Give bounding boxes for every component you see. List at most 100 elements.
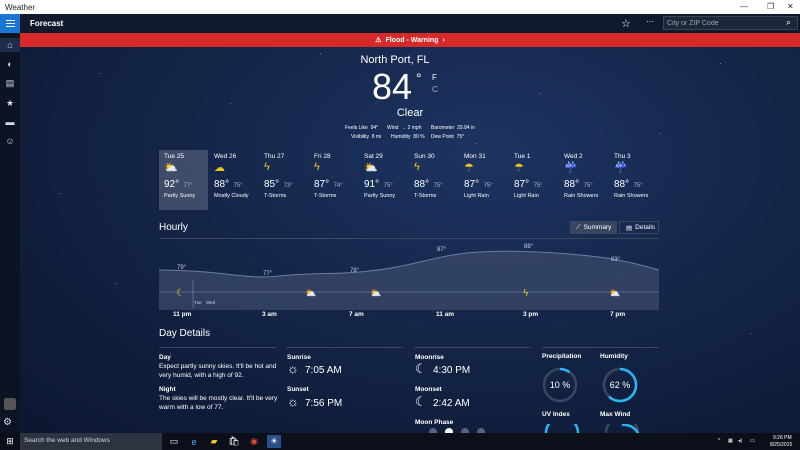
- nav-places-icon[interactable]: ★: [3, 96, 17, 110]
- nav-historical-icon[interactable]: ▤: [3, 76, 17, 90]
- hourly-time-label: 7 am: [349, 311, 364, 318]
- clock-time[interactable]: 9:26 PM: [773, 435, 792, 441]
- search-icon[interactable]: ⌕: [786, 17, 791, 28]
- forecast-high: 88°: [614, 179, 630, 190]
- taskbar-search[interactable]: Search the web and Windows: [20, 433, 162, 450]
- network-icon[interactable]: ▦: [728, 438, 733, 444]
- partly-sunny-icon: ⛅: [364, 162, 378, 174]
- current-condition: Clear: [396, 107, 424, 119]
- hourly-section-title: Hourly: [159, 222, 188, 233]
- chevron-right-icon: ›: [442, 36, 445, 44]
- maximize-button[interactable]: ❐: [767, 2, 774, 11]
- store-icon[interactable]: 🛍: [227, 435, 241, 448]
- nav-feedback-icon[interactable]: ☺: [3, 134, 17, 148]
- partly-cloudy-icon: ⛅: [370, 288, 381, 298]
- forecast-condition: Mostly Cloudy: [214, 193, 249, 199]
- system-tray: ^ ▦ ◂) ▭ 9:26 PM 8/25/2015: [718, 433, 800, 450]
- night-label: Night: [159, 386, 176, 393]
- volume-icon[interactable]: ◂): [738, 438, 742, 444]
- notifications-icon[interactable]: ▭: [750, 438, 755, 444]
- light-rain-icon: ☂: [514, 162, 524, 174]
- sunset-time: 7:56 PM: [305, 398, 343, 409]
- hourly-time-label: 7 pm: [610, 311, 626, 318]
- precipitation-value: 10 %: [549, 380, 571, 390]
- details-button[interactable]: ▤ Details: [619, 221, 659, 234]
- forecast-day-name: Tue 25: [164, 153, 184, 160]
- hamburger-menu-button[interactable]: [0, 14, 20, 33]
- unit-fahrenheit-toggle[interactable]: F: [432, 73, 437, 82]
- more-options-button[interactable]: ···: [646, 17, 654, 26]
- rain-showers-icon: ☔: [614, 162, 628, 174]
- max-wind-ring: [604, 424, 640, 433]
- day-description: Expect partly sunny skies. It'll be hot …: [159, 363, 277, 379]
- forecast-day[interactable]: Tue 1 ☂ 87° 75° Light Rain: [509, 150, 558, 210]
- nav-news-icon[interactable]: ▬: [3, 115, 17, 129]
- unit-celsius-toggle[interactable]: C: [432, 85, 438, 94]
- forecast-day[interactable]: Tue 25 ⛅ 92° 77° Partly Sunny: [159, 150, 208, 210]
- forecast-day[interactable]: Sat 29 ⛅ 91° 75° Partly Sunny: [359, 150, 408, 210]
- humidity-value: 62 %: [609, 380, 631, 390]
- clock-date[interactable]: 8/25/2015: [770, 442, 792, 448]
- nav-maps-icon[interactable]: ◐: [3, 57, 17, 71]
- hourly-time-label: 11 am: [436, 311, 455, 318]
- weather-app-taskbar-icon[interactable]: ☀: [267, 435, 281, 448]
- forecast-low: 75°: [633, 183, 643, 189]
- search-box[interactable]: ⌕: [663, 16, 798, 30]
- forecast-day[interactable]: Mon 31 ☂ 87° 75° Light Rain: [459, 150, 508, 210]
- minimize-button[interactable]: —: [740, 2, 748, 11]
- night-description: The skies will be mostly clear. It'll be…: [159, 395, 278, 411]
- forecast-condition: Rain Showers: [564, 193, 599, 199]
- forecast-day-name: Sun 30: [414, 153, 435, 160]
- forecast-day[interactable]: Fri 28 ϟ 87° 74° T-Storms: [309, 150, 358, 210]
- windows-start-icon[interactable]: ⊞: [0, 433, 20, 450]
- t-storms-icon: ϟ: [314, 161, 320, 173]
- forecast-day-name: Fri 28: [314, 153, 331, 160]
- summary-button[interactable]: ⟋ Summary: [570, 221, 617, 234]
- settings-gear-icon[interactable]: ⚙: [3, 417, 12, 428]
- hourly-temp-label: 77°: [263, 271, 273, 277]
- hourly-divider: [159, 238, 659, 239]
- forecast-low: 75°: [433, 183, 443, 189]
- forecast-day[interactable]: Thu 27 ϟ 85° 73° T-Storms: [259, 150, 308, 210]
- forecast-day[interactable]: Wed 26 ☁ 88° 75° Mostly Cloudy: [209, 150, 258, 210]
- moonset-icon: ☾: [415, 394, 427, 409]
- forecast-condition: Light Rain: [514, 193, 539, 199]
- sunset-label: Sunset: [287, 386, 309, 393]
- flood-warning-banner[interactable]: ⚠ Flood - Warning ›: [20, 33, 800, 47]
- edge-browser-icon[interactable]: e: [187, 435, 201, 448]
- forecast-high: 88°: [564, 179, 580, 190]
- forecast-day[interactable]: Sun 30 ϟ 88° 75° T-Storms: [409, 150, 458, 210]
- uv-index-label: UV Index: [542, 411, 570, 418]
- divider: [286, 347, 403, 348]
- favorite-star-icon[interactable]: ☆: [621, 17, 631, 30]
- task-view-icon[interactable]: ▭: [167, 435, 181, 448]
- rain-showers-icon: ☔: [564, 162, 578, 174]
- forecast-condition: T-Storms: [314, 193, 337, 199]
- close-button[interactable]: ✕: [787, 2, 794, 11]
- forecast-low: 75°: [483, 183, 493, 189]
- side-nav: ⌂ ◐ ▤ ★ ▬ ☺: [0, 33, 20, 433]
- account-avatar[interactable]: [4, 398, 16, 410]
- stat-visibility: Visibility 8 mi: [351, 134, 382, 140]
- search-input[interactable]: [664, 17, 787, 29]
- file-explorer-icon[interactable]: ▰: [207, 435, 221, 448]
- t-storms-icon: ϟ: [264, 161, 270, 173]
- forecast-day[interactable]: Wed 2 ☔ 88° 75° Rain Showers: [559, 150, 608, 210]
- forecast-day-name: Wed 26: [214, 153, 237, 160]
- forecast-low: 73°: [283, 183, 293, 189]
- stat-wind: Wind → 2 mph: [387, 125, 422, 131]
- window-title: Weather: [5, 3, 36, 12]
- day-marker-tue: Tue: [194, 300, 202, 305]
- forecast-low: 75°: [383, 183, 393, 189]
- partly-cloudy-icon: ⛅: [305, 288, 316, 298]
- chrome-icon[interactable]: ◉: [247, 435, 261, 448]
- tray-chevron-icon[interactable]: ^: [718, 438, 720, 444]
- list-icon: ▤: [626, 224, 633, 232]
- day-marker-wed: Wed: [206, 300, 216, 305]
- nav-home-icon[interactable]: ⌂: [0, 38, 20, 52]
- forecast-day[interactable]: Thu 3 ☔ 88° 75° Rain Showers: [609, 150, 658, 210]
- light-rain-icon: ☂: [464, 162, 474, 174]
- hourly-time-label: 3 pm: [523, 311, 539, 318]
- partly-cloudy-icon: ⛅: [609, 288, 620, 298]
- forecast-low: 75°: [533, 183, 543, 189]
